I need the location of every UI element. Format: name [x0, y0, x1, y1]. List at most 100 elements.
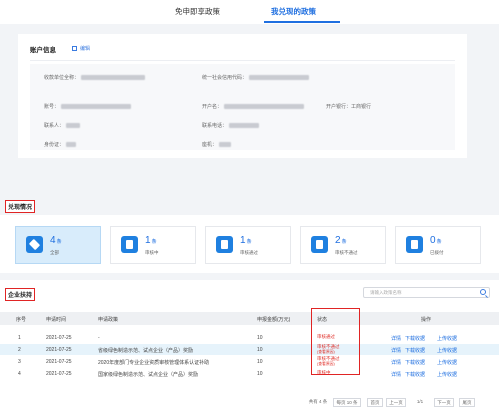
count-unit: 条	[151, 239, 157, 245]
count-unit: 条	[56, 239, 62, 245]
download-receipt-link[interactable]: 下载收据	[405, 359, 425, 366]
edit-label: 编辑	[80, 46, 91, 52]
col-policy: 申请政策	[98, 317, 119, 323]
count-value: 2	[335, 235, 341, 246]
field-label: 统一社会信用代码：	[202, 75, 248, 81]
search-icon[interactable]	[480, 289, 486, 295]
pager-page: 1/1	[412, 398, 428, 407]
col-no: 序号	[16, 317, 27, 323]
count-unit: 条	[246, 239, 252, 245]
redacted-value	[66, 123, 81, 128]
detail-link[interactable]: 详情	[391, 335, 401, 342]
status-card-reviewing[interactable]: 1条 审核中	[110, 226, 196, 264]
col-actions: 操作	[421, 317, 432, 323]
redacted-value	[81, 75, 146, 80]
redacted-value	[249, 75, 310, 80]
download-receipt-link[interactable]: 下载收据	[405, 347, 425, 354]
folder-icon	[311, 236, 328, 253]
cell-date: 2021-07-25	[46, 347, 72, 353]
field-label: 身份证：	[44, 142, 65, 148]
cell-policy: -	[98, 335, 100, 341]
cell-no: 1	[18, 335, 21, 341]
redemption-section-title: 兑现情况	[5, 200, 36, 213]
upload-receipt-link[interactable]: 上传收据	[437, 371, 457, 378]
count-unit: 条	[436, 239, 442, 245]
card-count: 2条	[335, 235, 347, 246]
table-row: 4 2021-07-25 国家级绿色制造示范、试点企业（产品）奖励 10 审核中…	[0, 368, 499, 379]
cell-no: 3	[18, 359, 21, 365]
pager-first[interactable]: 首页	[367, 398, 383, 407]
field-contact: 联系人：	[44, 122, 81, 129]
redemption-cards: 4条 全部 1条 审核中 1条 审核通过 2条 审核不通过 0条 已拨付	[0, 215, 499, 273]
document-icon	[121, 236, 138, 253]
card-count: 0条	[430, 235, 442, 246]
download-receipt-link[interactable]: 下载收据	[405, 335, 425, 342]
redacted-value	[219, 142, 232, 147]
pager-per-page[interactable]: 每页 10 条	[333, 398, 361, 407]
count-unit: 条	[341, 239, 347, 245]
card-count: 1条	[240, 235, 252, 246]
cell-date: 2021-07-25	[46, 359, 72, 365]
detail-link[interactable]: 详情	[391, 371, 401, 378]
redacted-value	[66, 142, 77, 147]
tab-free-policy[interactable]: 免申即享政策	[175, 6, 220, 17]
divider	[30, 60, 455, 61]
cell-amount: 10	[257, 335, 263, 341]
detail-link[interactable]: 详情	[391, 347, 401, 354]
field-id-card: 身份证：	[44, 141, 77, 148]
status-card-approved[interactable]: 1条 审核通过	[205, 226, 291, 264]
status-column-highlight	[311, 308, 360, 375]
field-landline: 座机：	[202, 141, 232, 148]
cell-no: 2	[18, 347, 21, 353]
card-label: 审核不通过	[335, 250, 358, 255]
redacted-value	[61, 104, 132, 109]
status-card-paid[interactable]: 0条 已拨付	[395, 226, 481, 264]
pager-last[interactable]: 尾页	[459, 398, 475, 407]
pager-prev[interactable]: 上一页	[386, 398, 406, 407]
top-tabbar: 免申即享政策 我兑现的政策	[0, 0, 499, 24]
cell-policy: 2020年度部门专业企业资质审核管理体系认证补助	[98, 360, 210, 366]
field-label: 账号：	[44, 104, 60, 110]
search-input[interactable]: 请输入政策名称	[363, 287, 490, 298]
pager-total: 共有 4 条	[305, 398, 331, 407]
table-header: 序号 申请时间 申请政策 申报金额(万元) 状态 操作	[0, 312, 499, 325]
edit-icon	[72, 46, 77, 51]
upload-receipt-link[interactable]: 上传收据	[437, 359, 457, 366]
support-section-title: 企业扶持	[5, 288, 36, 301]
field-bank: 开户银行：工商银行	[326, 104, 372, 110]
card-label: 审核中	[145, 250, 159, 255]
field-credit-code: 统一社会信用代码：	[202, 74, 310, 81]
download-receipt-link[interactable]: 下载收据	[405, 371, 425, 378]
redacted-value	[224, 104, 305, 109]
card-count: 1条	[145, 235, 157, 246]
count-value: 4	[50, 235, 56, 246]
card-label: 已拨付	[430, 250, 444, 255]
col-amount: 申报金额(万元)	[257, 317, 291, 323]
field-label: 开户名：	[202, 104, 223, 110]
redacted-value	[229, 123, 260, 128]
account-card: 账户信息 编辑 收款单位全称： 统一社会信用代码： 账号： 开户名： 开户银行：…	[18, 34, 467, 158]
field-label: 联系电话：	[202, 123, 228, 129]
cell-amount: 10	[257, 371, 263, 377]
layers-icon	[26, 236, 43, 253]
account-title: 账户信息	[30, 47, 56, 54]
cell-policy: 省级绿色制造示范、试点企业（产品）奖励	[98, 348, 194, 354]
status-card-all[interactable]: 4条 全部	[15, 226, 101, 264]
upload-receipt-link[interactable]: 上传收据	[437, 347, 457, 354]
upload-receipt-link[interactable]: 上传收据	[437, 335, 457, 342]
detail-link[interactable]: 详情	[391, 359, 401, 366]
edit-button[interactable]: 编辑	[72, 45, 90, 52]
field-phone: 联系电话：	[202, 122, 260, 129]
col-date: 申请时间	[46, 317, 67, 323]
pager-next[interactable]: 下一页	[434, 398, 454, 407]
status-card-rejected[interactable]: 2条 审核不通过	[300, 226, 386, 264]
cell-date: 2021-07-25	[46, 371, 72, 377]
tab-my-policies[interactable]: 我兑现的政策	[271, 6, 316, 17]
field-payee: 收款单位全称：	[44, 74, 146, 81]
support-table-panel: 企业扶持 请输入政策名称 序号 申请时间 申请政策 申报金额(万元) 状态 操作…	[0, 280, 499, 418]
table-row: 3 2021-07-25 2020年度部门专业企业资质审核管理体系认证补助 10…	[0, 356, 499, 367]
field-label: 座机：	[202, 142, 218, 148]
active-tab-indicator	[264, 21, 340, 23]
card-label: 审核通过	[240, 250, 258, 255]
field-account-name: 开户名：	[202, 103, 305, 110]
